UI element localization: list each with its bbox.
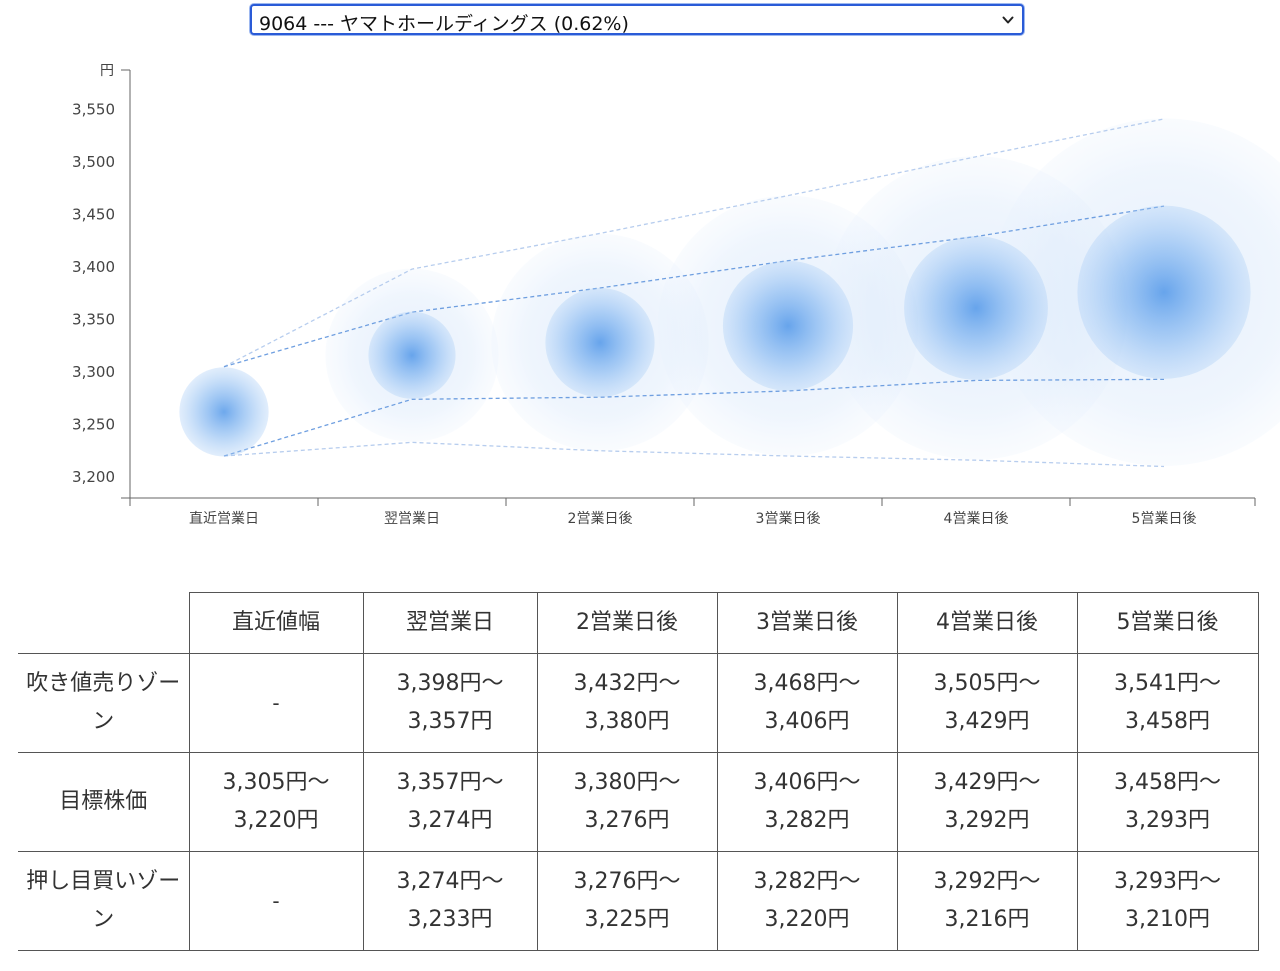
table-row: 目標株価 3,305円〜 3,220円 3,357円〜 3,274円 3,380円〜 3,2…	[18, 752, 1259, 852]
cell-line: 3,406円〜	[753, 770, 861, 795]
table-cell: 3,380円〜 3,276円	[536, 752, 718, 852]
column-header: 3営業日後	[716, 592, 898, 654]
table-cell: -	[188, 653, 364, 753]
target-range-bubble	[179, 367, 269, 457]
cell-line: 3,216円	[944, 907, 1030, 932]
cell-line: 3,432円〜	[573, 671, 681, 696]
table-cell: 3,276円〜 3,225円	[536, 851, 718, 951]
table-corner-cell	[18, 592, 190, 654]
cell-line: 3,276円	[584, 808, 670, 833]
y-tick-label: 3,300	[72, 363, 115, 381]
cell-line: 3,429円	[944, 709, 1030, 734]
table-cell: 3,432円〜 3,380円	[536, 653, 718, 753]
table-row: 押し目買いゾーン - 3,274円〜 3,233円 3,276円〜 3,225円 3,282…	[18, 851, 1259, 951]
table-cell: 3,357円〜 3,274円	[362, 752, 538, 852]
target-range-bubble	[1077, 205, 1251, 379]
cell-line: 3,274円〜	[396, 869, 504, 894]
x-tick-label: 5営業日後	[1132, 511, 1197, 527]
cell-line: 3,398円〜	[396, 671, 504, 696]
y-tick-label: 3,550	[72, 101, 115, 119]
x-tick-label: 2営業日後	[568, 511, 633, 527]
price-forecast-chart: 円 3,200 3,250 3,300 3,350 3,400 3,450 3,500 3,55…	[72, 63, 1280, 527]
column-header: 翌営業日	[362, 592, 538, 654]
target-range-bubble	[722, 260, 854, 391]
cell-line: 3,293円〜	[1114, 869, 1221, 894]
cell-line: -	[272, 691, 280, 715]
cell-line: 3,220円	[233, 808, 319, 833]
forecast-table: 直近値幅 翌営業日 2営業日後 3営業日後 4営業日後 5営業日後 吹き値売りゾーン -3,3…	[18, 592, 1259, 951]
target-range-bubble	[545, 288, 655, 398]
y-tick-label: 3,250	[72, 416, 115, 434]
table-cell: 3,292円〜 3,216円	[896, 851, 1078, 951]
cell-line: 3,458円〜	[1114, 770, 1221, 795]
cell-line: 3,276円〜	[573, 869, 681, 894]
cell-line: 3,233円	[407, 907, 493, 932]
table-cell: 3,458円〜 3,293円	[1076, 752, 1259, 852]
cell-line: 3,210円	[1125, 907, 1210, 932]
x-tick-label: 4営業日後	[944, 511, 1009, 527]
row-header: 吹き値売りゾーン	[18, 653, 190, 753]
table-cell: 3,274円〜 3,233円	[362, 851, 538, 951]
column-header: 5営業日後	[1076, 592, 1259, 654]
table-cell: 3,406円〜 3,282円	[716, 752, 898, 852]
y-tick-label: 3,350	[72, 311, 115, 329]
chevron-down-icon	[1002, 16, 1014, 24]
table-cell: 3,429円〜 3,292円	[896, 752, 1078, 852]
cell-line: 3,293円	[1125, 808, 1210, 833]
table-cell: 3,541円〜 3,458円	[1076, 653, 1259, 753]
y-tick-label: 3,400	[72, 258, 115, 276]
cell-line: -	[272, 889, 280, 913]
x-tick-label: 翌営業日	[384, 511, 440, 527]
table-cell: 3,282円〜 3,220円	[716, 851, 898, 951]
cell-line: 3,380円〜	[573, 770, 681, 795]
table-cell: -	[188, 851, 364, 951]
y-axis-unit: 円	[100, 63, 114, 79]
cell-line: 3,225円	[584, 907, 670, 932]
cell-line: 3,292円	[944, 808, 1030, 833]
table-cell: 3,305円〜 3,220円	[188, 752, 364, 852]
column-header: 直近値幅	[188, 592, 364, 654]
stock-selector-value: 9064 --- ヤマトホールディングス (0.62%)	[259, 13, 629, 35]
y-tick-label: 3,450	[72, 206, 115, 224]
cell-line: 3,406円	[764, 709, 850, 734]
cell-line: 3,305円〜	[222, 770, 330, 795]
cell-line: 3,274円	[407, 808, 493, 833]
table-cell: 3,398円〜 3,357円	[362, 653, 538, 753]
table-header-row: 直近値幅 翌営業日 2営業日後 3営業日後 4営業日後 5営業日後	[18, 592, 1259, 654]
cell-line: 3,282円	[764, 808, 850, 833]
cell-line: 3,429円〜	[933, 770, 1041, 795]
column-header: 4営業日後	[896, 592, 1078, 654]
cell-line: 3,292円〜	[933, 869, 1041, 894]
x-tick-label: 3営業日後	[756, 511, 821, 527]
table-cell: 3,505円〜 3,429円	[896, 653, 1078, 753]
y-tick-label: 3,200	[72, 468, 115, 486]
table-cell: 3,468円〜 3,406円	[716, 653, 898, 753]
target-range-bubble	[368, 311, 456, 399]
stock-selector[interactable]: 9064 --- ヤマトホールディングス (0.62%)	[250, 4, 1024, 35]
cell-line: 3,380円	[584, 709, 670, 734]
y-tick-label: 3,500	[72, 153, 115, 171]
cell-line: 3,357円	[407, 709, 493, 734]
cell-line: 3,220円	[764, 907, 850, 932]
cell-line: 3,357円〜	[396, 770, 504, 795]
cell-line: 3,505円〜	[933, 671, 1041, 696]
column-header: 2営業日後	[536, 592, 718, 654]
table-cell: 3,293円〜 3,210円	[1076, 851, 1259, 951]
cell-line: 3,458円	[1125, 709, 1210, 734]
cell-line: 3,541円〜	[1114, 671, 1221, 696]
cell-line: 3,282円〜	[753, 869, 861, 894]
row-header: 目標株価	[18, 752, 190, 852]
target-range-bubble	[904, 236, 1048, 380]
cell-line: 3,468円〜	[753, 671, 861, 696]
table-row: 吹き値売りゾーン - 3,398円〜 3,357円 3,432円〜 3,380円 3,468…	[18, 653, 1259, 753]
row-header: 押し目買いゾーン	[18, 851, 190, 951]
x-tick-label: 直近営業日	[189, 510, 259, 527]
